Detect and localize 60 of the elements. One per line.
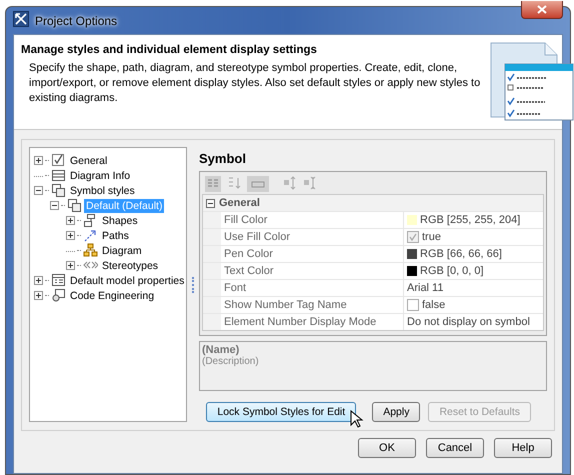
property-value: Do not display on symbol (407, 315, 530, 330)
property-value: RGB [255, 255, 204] (420, 213, 520, 228)
table-icon (51, 273, 66, 288)
tree-item[interactable]: Paths (100, 228, 131, 242)
stacked-squares-icon (51, 183, 66, 198)
checkbox[interactable] (407, 299, 419, 311)
expand-icon[interactable] (34, 291, 43, 300)
window-title: Project Options (35, 14, 118, 28)
splitter-handle[interactable] (192, 276, 194, 292)
collapse-icon[interactable] (206, 198, 215, 208)
property-name: Font (221, 280, 404, 296)
property-value: true (422, 230, 441, 245)
toolbar-toggle-icon[interactable] (246, 175, 270, 193)
property-name: Use Fill Color (221, 229, 404, 245)
expand-icon[interactable] (66, 261, 75, 270)
close-icon (537, 5, 547, 14)
collapse-icon[interactable] (34, 186, 43, 195)
dialog-button[interactable]: Help (494, 438, 552, 458)
header-title: Manage styles and individual element display settings (21, 44, 318, 56)
property-name: Element Number Display Mode (221, 314, 404, 330)
dialog-button[interactable]: Cancel (426, 438, 484, 458)
property-value: RGB [0, 0, 0] (420, 264, 484, 279)
action-button[interactable]: Apply (372, 402, 420, 422)
property-value: Arial 11 (407, 281, 444, 296)
element-description: (Description) (202, 356, 259, 367)
mouse-cursor-icon (350, 410, 364, 428)
expand-icon[interactable] (66, 231, 75, 240)
diagonal-arrow-icon (83, 228, 98, 243)
header-description: Specify the shape, path, diagram, and stereotype symbol properties. Create, edit, clone, import/export, or remove element display styles. Also set default styles or apply new styles to existing diagrams. (28, 61, 482, 106)
tree-item[interactable]: Default model properties (68, 274, 186, 288)
expand-icon[interactable] (34, 276, 43, 285)
element-name: (Name) (202, 344, 240, 356)
tree-item[interactable]: Diagram (100, 244, 144, 258)
list-icon (51, 168, 66, 183)
property-name: Fill Color (221, 212, 404, 228)
app-logo-icon (13, 11, 29, 27)
property-name: Pen Color (221, 246, 404, 262)
close-button[interactable] (521, 1, 563, 19)
expand-icon[interactable] (66, 216, 75, 225)
property-name: Text Color (221, 263, 404, 279)
property-value: RGB [66, 66, 66] (420, 247, 502, 262)
shapes-icon (83, 213, 98, 228)
org-chart-icon (83, 243, 98, 258)
property-name: Show Number Tag Name (221, 297, 404, 313)
stacked-squares-icon (67, 198, 82, 213)
dialog-button[interactable]: OK (358, 438, 416, 458)
tree-item[interactable]: General (68, 154, 110, 168)
section-title: General (219, 197, 260, 209)
window-gear-icon (51, 288, 66, 303)
expand-icon[interactable] (34, 156, 43, 165)
tree-item[interactable]: Stereotypes (100, 258, 160, 272)
tree-item[interactable]: Symbol styles (68, 184, 137, 198)
checkbox-icon (51, 153, 66, 168)
tree-item[interactable]: Shapes (100, 214, 140, 228)
panel-title: Symbol (199, 151, 246, 166)
collapse-icon[interactable] (50, 201, 59, 210)
tree-item[interactable]: Code Engineering (68, 288, 156, 302)
action-button[interactable]: Lock Symbol Styles for Edit (206, 402, 356, 422)
tree-item[interactable]: Diagram Info (68, 168, 132, 182)
property-value: false (422, 298, 446, 313)
